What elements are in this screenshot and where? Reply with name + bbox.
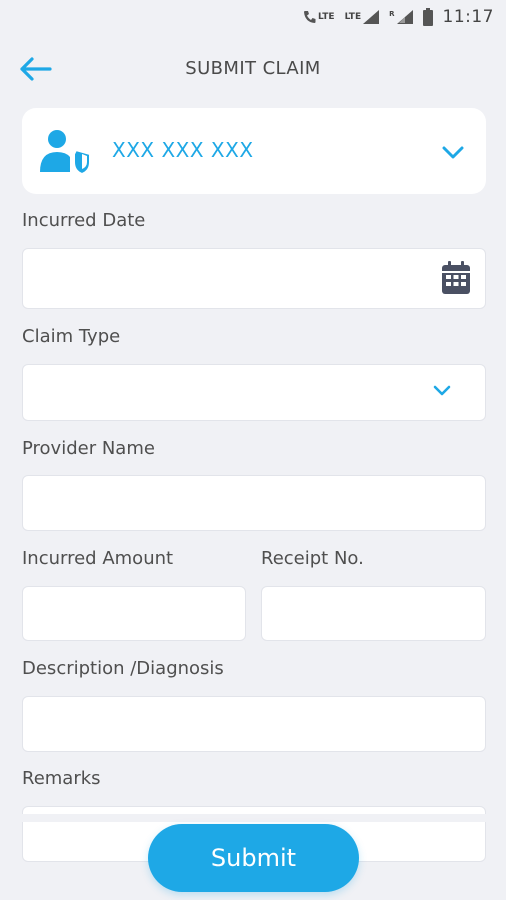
member-name: XXX XXX XXX <box>112 138 254 162</box>
chevron-down-icon <box>442 146 464 159</box>
lte-indicator: LTE <box>345 10 380 24</box>
receipt-no-label: Receipt No. <box>261 548 364 569</box>
phone-icon <box>304 11 316 23</box>
roaming-indicator: R <box>389 10 413 24</box>
incurred-date-label: Incurred Date <box>22 210 146 231</box>
user-shield-icon <box>40 130 91 174</box>
incurred-date-field[interactable] <box>22 248 486 309</box>
app-header: SUBMIT CLAIM <box>0 44 506 94</box>
status-bar: LTE LTE R 11:17 <box>0 0 506 34</box>
lte-label: LTE <box>344 12 362 22</box>
remarks-label: Remarks <box>22 768 101 789</box>
description-label: Description /Diagnosis <box>22 658 224 679</box>
provider-name-label: Provider Name <box>22 438 155 459</box>
incurred-amount-label: Incurred Amount <box>22 548 174 569</box>
status-time: 11:17 <box>442 7 494 27</box>
call-lte-indicator: LTE <box>302 9 335 25</box>
incurred-amount-input[interactable] <box>23 587 245 640</box>
signal-roaming-icon <box>396 10 413 24</box>
page-title: SUBMIT CLAIM <box>185 58 321 79</box>
roaming-label: R <box>389 10 395 18</box>
receipt-no-input[interactable] <box>262 587 485 640</box>
provider-name-input[interactable] <box>23 476 485 530</box>
receipt-no-field[interactable] <box>261 586 486 641</box>
calendar-icon[interactable] <box>441 261 471 295</box>
claim-type-select[interactable] <box>22 364 486 421</box>
call-lte-label: LTE <box>318 12 335 22</box>
incurred-amount-field[interactable] <box>22 586 246 641</box>
submit-button[interactable]: Submit <box>148 824 359 892</box>
chevron-down-icon <box>433 385 451 396</box>
provider-name-field[interactable] <box>22 475 486 531</box>
description-field[interactable] <box>22 696 486 752</box>
claim-type-label: Claim Type <box>22 326 121 347</box>
member-selector[interactable]: XXX XXX XXX <box>22 108 486 194</box>
description-input[interactable] <box>23 697 485 751</box>
signal-icon <box>363 10 380 24</box>
scroll-cutoff <box>0 814 506 822</box>
incurred-date-input[interactable] <box>23 249 485 308</box>
battery-icon <box>422 8 433 26</box>
